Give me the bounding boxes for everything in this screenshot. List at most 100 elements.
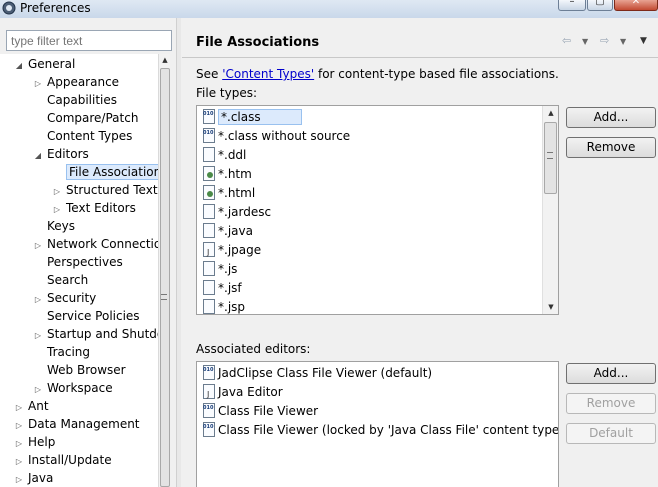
tree-item[interactable]: ▷ Workspace xyxy=(33,379,113,397)
tree-item[interactable]: ▷ Help xyxy=(14,433,55,451)
tree-item[interactable]: ▷ Appearance xyxy=(33,73,119,91)
tree-item[interactable]: Tracing xyxy=(33,343,90,361)
list-item[interactable]: Class File Viewer xyxy=(203,399,319,420)
close-icon: ✕ xyxy=(631,0,641,7)
list-item-label: *.htm xyxy=(218,167,252,181)
file-type-add-button[interactable]: Add... xyxy=(566,107,656,128)
tree-item[interactable]: ▷ Ant xyxy=(14,397,49,415)
list-item-label: Class File Viewer (locked by 'Java Class… xyxy=(218,423,559,437)
close-button[interactable]: ✕ xyxy=(614,0,658,11)
back-icon[interactable]: ⇦ xyxy=(562,34,571,47)
tree-item-label: Capabilities xyxy=(47,93,117,107)
list-item[interactable]: *.class without source xyxy=(203,124,351,145)
list-item-label: Class File Viewer xyxy=(218,404,319,418)
maximize-icon: ▢ xyxy=(595,0,605,7)
js-file-icon xyxy=(203,261,215,276)
maximize-button[interactable]: ▢ xyxy=(587,0,613,11)
list-item-label: *.html xyxy=(218,186,256,200)
list-item[interactable]: *.jsf xyxy=(203,279,242,297)
tree-item[interactable]: Content Types xyxy=(33,127,132,145)
tree-item-label: Search xyxy=(47,273,89,287)
tree-item[interactable]: Web Browser xyxy=(33,361,126,379)
tree-item[interactable]: ▷ Data Management xyxy=(14,415,140,433)
app-icon xyxy=(2,1,16,15)
content-types-link[interactable]: 'Content Types' xyxy=(222,67,314,81)
tree-item-label: General xyxy=(28,57,76,71)
editor-remove-button[interactable]: Remove xyxy=(566,393,656,414)
tree-item-label: Text Editors xyxy=(66,201,136,215)
tree-item[interactable]: ▷ Security xyxy=(33,289,96,307)
list-item[interactable]: *.ddl xyxy=(203,146,246,164)
associated-editors-list[interactable]: JadClipse Class File Viewer (default) Jav… xyxy=(196,361,559,487)
jardesc-file-icon xyxy=(203,204,215,219)
editor-add-button[interactable]: Add... xyxy=(566,363,656,384)
tree-item-label: Perspectives xyxy=(47,255,123,269)
tree-item[interactable]: Search xyxy=(33,271,88,289)
list-item[interactable]: Class File Viewer (locked by 'Java Class… xyxy=(203,418,559,439)
tree-item[interactable]: ▷ Install/Update xyxy=(14,451,112,469)
list-item[interactable]: *.html xyxy=(203,184,255,202)
list-item[interactable]: *.js xyxy=(203,260,237,278)
filter-input[interactable] xyxy=(6,30,172,51)
expanded-arrow-icon[interactable]: ◢ xyxy=(14,57,24,75)
file-type-remove-button[interactable]: Remove xyxy=(566,137,656,158)
tree-scrollbar[interactable]: ▲ xyxy=(158,54,170,487)
tree-item[interactable]: Capabilities xyxy=(33,91,117,109)
collapsed-arrow-icon[interactable]: ▷ xyxy=(14,471,24,487)
list-item-label: *.ddl xyxy=(218,148,247,162)
forward-menu-icon[interactable]: ▼ xyxy=(620,37,626,46)
tree-item[interactable]: ▷ Text Editors xyxy=(52,199,136,217)
tree-item[interactable]: ▷Startup and Shutdov xyxy=(33,325,158,343)
list-item[interactable]: *.java xyxy=(203,222,253,240)
tree-item[interactable]: ◢ Editors xyxy=(33,145,89,163)
minimize-button[interactable]: – xyxy=(558,0,586,11)
tree-item[interactable]: ▷ Network Connection xyxy=(33,235,158,253)
tree-item[interactable]: ▷ Java xyxy=(14,469,53,487)
ddl-file-icon xyxy=(203,147,215,162)
tree-item[interactable]: Keys xyxy=(33,217,75,235)
tree-item[interactable]: Compare/Patch xyxy=(33,109,138,127)
tree-item[interactable]: ◢ General xyxy=(14,55,75,73)
view-menu-icon[interactable]: ▼ xyxy=(640,36,647,46)
list-item[interactable]: Java Editor xyxy=(203,383,283,404)
tree-item-label: Tracing xyxy=(47,345,91,359)
preference-tree: ◢ General ▷ Appearance Capabilities Compare/P… xyxy=(0,54,158,487)
java-editor-icon xyxy=(203,384,215,404)
list-item[interactable]: *.jpage xyxy=(203,241,261,262)
tree-item-label: Content Types xyxy=(47,129,133,143)
sash-divider[interactable] xyxy=(176,18,181,487)
text-file-icon xyxy=(203,299,215,314)
list-item[interactable]: *.htm xyxy=(203,165,252,183)
forward-icon[interactable]: ⇨ xyxy=(600,34,609,47)
scroll-up-icon[interactable]: ▲ xyxy=(543,106,558,120)
tree-item[interactable]: ▷Structured Text E xyxy=(52,181,158,199)
tree-item-label: Editors xyxy=(47,147,89,161)
grip-icon xyxy=(547,152,553,159)
class-file-icon xyxy=(203,362,215,380)
list-item[interactable]: *.class xyxy=(203,106,302,126)
tree-item-label: Startup and Shutdov xyxy=(47,327,158,341)
scroll-up-icon[interactable]: ▲ xyxy=(159,54,171,66)
scroll-thumb[interactable] xyxy=(160,68,170,487)
class-file-icon xyxy=(203,418,215,437)
editor-default-button[interactable]: Default xyxy=(566,423,656,444)
back-menu-icon[interactable]: ▼ xyxy=(582,37,588,46)
hint-prefix: See xyxy=(196,67,223,81)
tree-item-label: Security xyxy=(47,291,97,305)
tree-item-label: Install/Update xyxy=(28,453,112,467)
file-types-scrollbar[interactable]: ▲ ▼ xyxy=(542,106,558,314)
tree-item-label: Keys xyxy=(47,219,76,233)
list-item-label: *.jsp xyxy=(218,300,246,314)
list-item-label: *.class without source xyxy=(218,129,351,143)
list-item[interactable]: JadClipse Class File Viewer (default) xyxy=(203,362,432,382)
list-item[interactable]: *.jsp xyxy=(203,298,246,314)
tree-item[interactable]: Perspectives xyxy=(33,253,123,271)
tree-item[interactable]: File Associations xyxy=(52,163,158,181)
tree-item-label: Structured Text E xyxy=(66,183,158,197)
list-item[interactable]: *.jardesc xyxy=(203,203,271,221)
tree-item-label: Ant xyxy=(28,399,49,413)
expanded-arrow-icon[interactable]: ◢ xyxy=(33,147,43,165)
tree-item[interactable]: Service Policies xyxy=(33,307,140,325)
scroll-down-icon[interactable]: ▼ xyxy=(543,300,558,314)
file-types-list[interactable]: ▲ ▼ *.class *.class without source *.ddl *.… xyxy=(196,105,559,315)
